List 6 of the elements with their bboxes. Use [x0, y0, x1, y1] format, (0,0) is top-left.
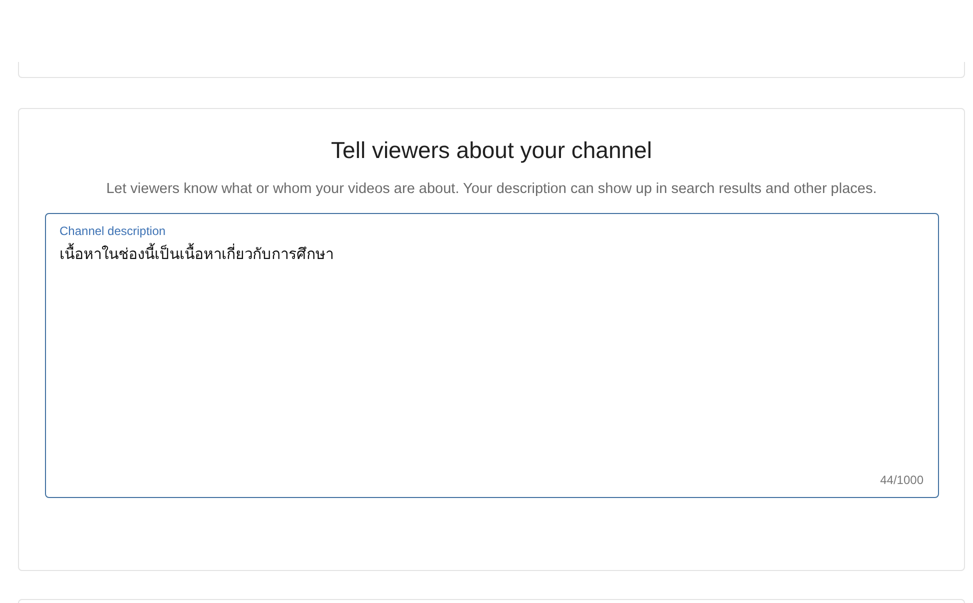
description-field[interactable]: Channel description เนื้อหาในช่องนี้เป็นเนื้อหาเกี่ยวกับการศึกษา 44/1000 — [44, 213, 938, 498]
field-label: Channel description — [60, 224, 167, 238]
character-counter: 44/1000 — [880, 473, 924, 487]
description-input[interactable]: เนื้อหาในช่องนี้เป็นเนื้อหาเกี่ยวกับการศึกษา — [60, 242, 924, 473]
section-title: Tell viewers about your channel — [331, 137, 652, 164]
section-subtitle: Let viewers know what or whom your videos are about. Your description can show up in search results and other places. — [105, 180, 878, 199]
